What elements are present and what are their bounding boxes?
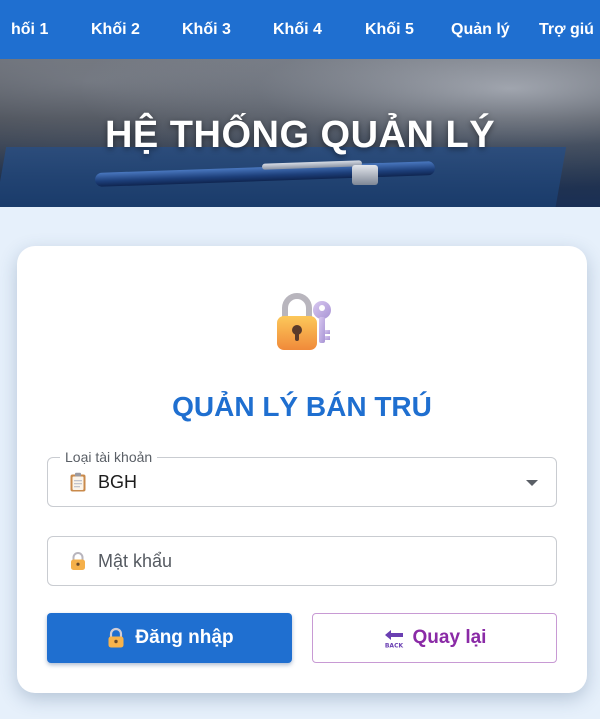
nav-item-tro-giup[interactable]: Trợ giú	[539, 21, 594, 39]
password-field[interactable]: Mật khẩu	[47, 536, 557, 586]
back-button[interactable]: BACK Quay lại	[312, 613, 557, 663]
back-button-label: Quay lại	[412, 627, 487, 648]
svg-text:BACK: BACK	[384, 643, 403, 650]
chevron-down-icon[interactable]	[526, 480, 538, 486]
hero-banner: HỆ THỐNG QUẢN LÝ	[0, 59, 600, 207]
back-arrow-icon: BACK	[384, 630, 403, 650]
lock-icon	[71, 552, 85, 570]
nav-item-khoi-5[interactable]: Khối 5	[365, 21, 414, 39]
account-type-value: BGH	[98, 472, 138, 492]
nav-item-khoi-1[interactable]: hối 1	[11, 21, 48, 39]
nav-item-quan-ly[interactable]: Quản lý	[451, 21, 510, 39]
password-placeholder: Mật khẩu	[98, 551, 173, 571]
login-card: QUẢN LÝ BÁN TRÚ Loại tài khoản BGH Mật k…	[17, 246, 587, 693]
lock-icon	[108, 627, 124, 648]
account-type-select[interactable]: Loại tài khoản BGH	[47, 449, 557, 507]
account-type-label: Loại tài khoản	[60, 449, 158, 465]
login-title: QUẢN LÝ BÁN TRÚ	[172, 391, 432, 422]
nav-item-khoi-2[interactable]: Khối 2	[91, 21, 140, 39]
page-title: HỆ THỐNG QUẢN LÝ	[104, 114, 496, 156]
clipboard-icon	[70, 472, 86, 492]
nav-item-khoi-3[interactable]: Khối 3	[182, 21, 231, 39]
login-button-label: Đăng nhập	[135, 627, 234, 648]
login-button[interactable]: Đăng nhập	[47, 613, 292, 663]
banner-pen-ring-image	[352, 165, 378, 185]
top-nav: hối 1 Khối 2 Khối 3 Khối 4 Khối 5 Quản l…	[0, 0, 600, 59]
nav-item-khoi-4[interactable]: Khối 4	[273, 21, 322, 39]
lock-with-key-icon	[277, 293, 331, 350]
